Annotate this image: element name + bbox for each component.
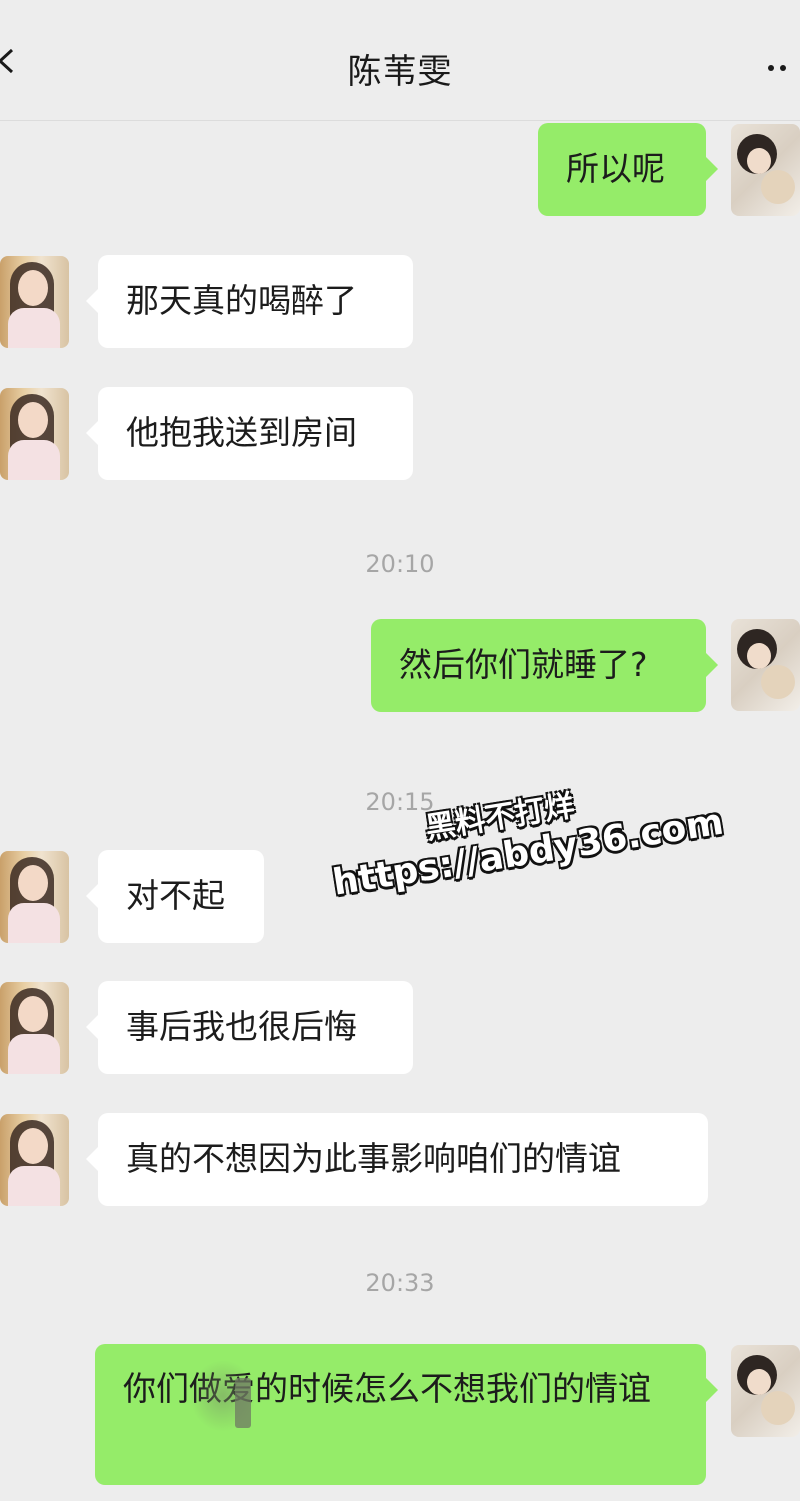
- timestamp: 20:33: [365, 1269, 435, 1297]
- message-bubble-outgoing[interactable]: 你们做爱的时候怎么不想我们的情谊: [95, 1344, 718, 1485]
- avatar-self[interactable]: [731, 619, 800, 711]
- timestamp: 20:10: [365, 550, 435, 578]
- avatar-contact[interactable]: [0, 851, 69, 943]
- avatar-contact[interactable]: [0, 388, 69, 480]
- message-bubble-outgoing[interactable]: 所以呢: [538, 123, 718, 216]
- message-bubble-outgoing[interactable]: 然后你们就睡了?: [371, 619, 718, 712]
- avatar-self[interactable]: [731, 1345, 800, 1437]
- watermark: 黑料不打烊 https://abdy36.com: [320, 731, 775, 928]
- avatar-contact[interactable]: [0, 256, 69, 348]
- message-bubble-incoming[interactable]: 他抱我送到房间: [86, 387, 413, 480]
- censor-blur-mark: [235, 1378, 251, 1428]
- message-bubble-incoming[interactable]: 对不起: [86, 850, 264, 943]
- chat-title: 陈苇雯: [347, 52, 453, 92]
- avatar-self[interactable]: [731, 124, 800, 216]
- avatar-contact[interactable]: [0, 982, 69, 1074]
- message-bubble-incoming[interactable]: 真的不想因为此事影响咱们的情谊: [86, 1113, 708, 1206]
- more-dots-icon[interactable]: [768, 56, 794, 71]
- avatar-contact[interactable]: [0, 1114, 69, 1206]
- message-bubble-incoming[interactable]: 事后我也很后悔: [86, 981, 413, 1074]
- message-bubble-incoming[interactable]: 那天真的喝醉了: [86, 255, 413, 348]
- chat-header: 陈苇雯: [0, 0, 800, 121]
